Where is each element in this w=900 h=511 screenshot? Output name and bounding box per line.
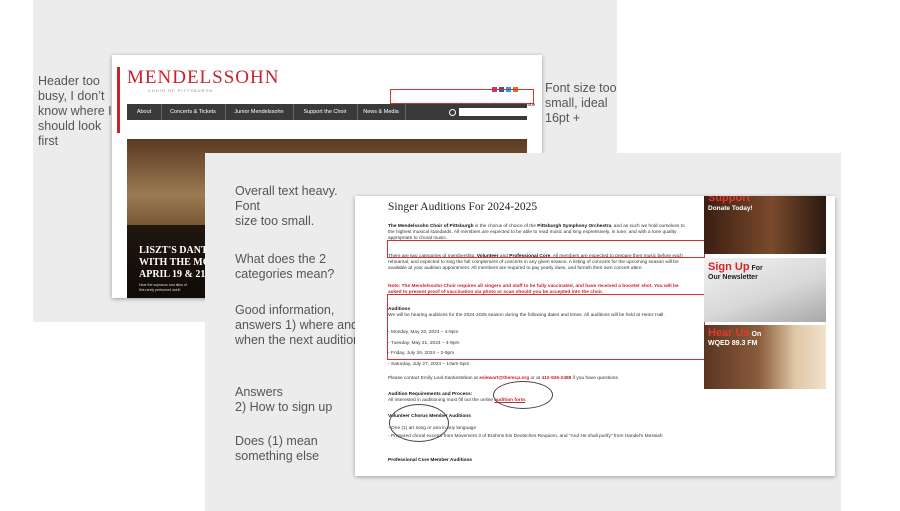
pro-section: Professional Core Member Auditions: [388, 458, 708, 464]
nav-junior-mendelssohn[interactable]: Junior Mendelssohn: [225, 104, 294, 120]
nav-news-media[interactable]: News & Media: [357, 104, 406, 120]
audition-date-2: ◦ Tuesday, May 21, 2024 – 4-9pm: [388, 340, 460, 346]
note-text-heavy: Overall text heavy. Font size too small.: [235, 184, 338, 228]
intro-pso: Pittsburgh Symphony Orchestra: [537, 224, 612, 229]
annotation-box-top-links: [390, 89, 534, 104]
note-good-info: Good information, answers 1) where and w…: [235, 303, 361, 347]
ad-support-subtitle: Donate Today!: [708, 205, 753, 212]
contact-text-1: Please contact Emily Leal-Santiesteban a…: [388, 376, 480, 381]
ad-wqed-title-main: Hear Us: [708, 327, 750, 339]
audition-date-1: ◦ Monday, May 20, 2024 – 4-9pm: [388, 330, 459, 335]
ad-support-title: Support: [708, 196, 751, 204]
main-nav: About Concerts & Tickets Junior Mendelss…: [127, 104, 535, 120]
ad-newsletter-title-for: For: [749, 265, 763, 272]
audition-date-4: ◦ Saturday, July 27, 2024 – 10am-5pm: [388, 361, 470, 367]
ad-newsletter-title: Sign Up For: [708, 261, 763, 273]
pro-heading: Professional Core Member Auditions: [388, 458, 473, 463]
nav-about[interactable]: About: [127, 104, 162, 120]
intro-text-1: is the chorus of choice of the: [473, 224, 538, 229]
ad-support[interactable]: Support Donate Today!: [704, 196, 826, 254]
contact-phone-link[interactable]: 412-926-2488: [541, 376, 571, 381]
intro-choir-name: The Mendelssohn Choir of Pittsburgh: [388, 224, 474, 229]
ad-newsletter[interactable]: Sign Up For Our Newsletter: [704, 258, 826, 322]
nav-concerts-tickets[interactable]: Concerts & Tickets: [161, 104, 226, 120]
ad-newsletter-title-main: Sign Up: [708, 261, 750, 273]
site-logo-subtitle: CHOIR OF PITTSBURGH: [148, 88, 214, 93]
audition-date-3: ◦ Friday, July 26, 2024 – 2-9pm: [388, 351, 455, 356]
note-header-busy: Header too busy, I don’t know where I sh…: [38, 74, 112, 148]
annotation-box-categories: [387, 240, 705, 258]
search-input[interactable]: [459, 108, 535, 116]
hero-caption: Hear the sopranos and altos of this rare…: [139, 283, 205, 293]
ad-wqed[interactable]: Hear Us On WQED 89.3 FM: [704, 325, 826, 389]
contact-text-2: or at: [529, 376, 542, 381]
logo-bar-accent: [117, 67, 120, 133]
nav-support[interactable]: Support the Choir: [293, 104, 358, 120]
ad-wqed-title: Hear Us On: [708, 327, 761, 339]
requirements-heading: Audition Requirements and Process:: [388, 392, 473, 397]
site-screenshot-2: Singer Auditions For 2024-2025 The Mende…: [355, 196, 835, 476]
annotation-circle-one: [389, 404, 449, 442]
note-font-size: Font size too small, ideal 16pt +: [545, 81, 617, 125]
contact-line: Please contact Emily Leal-Santiesteban a…: [388, 376, 708, 382]
audition-dates: ◦ Monday, May 20, 2024 – 4-9pm ◦ Tuesday…: [388, 328, 688, 370]
ad-wqed-title-on: On: [749, 331, 762, 338]
note-categories: What does the 2 categories mean?: [235, 252, 335, 281]
note-sign-up: Answers 2) How to sign up: [235, 385, 333, 414]
requirements-text: All interested in auditioning must fill …: [388, 398, 495, 404]
search-icon[interactable]: [449, 109, 456, 116]
page-title: Singer Auditions For 2024-2025: [388, 201, 538, 213]
hero-caption-line-2: this rarely performed work!: [139, 288, 181, 292]
ad-newsletter-subtitle: Our Newsletter: [708, 274, 758, 281]
note-does-1-mean: Does (1) mean something else: [235, 434, 320, 463]
contact-text-3: if you have questions.: [571, 376, 620, 381]
ad-wqed-subtitle: WQED 89.3 FM: [708, 340, 758, 347]
annotation-circle-audition-form: [493, 381, 553, 409]
site-logo[interactable]: MENDELSSOHN: [127, 67, 279, 89]
